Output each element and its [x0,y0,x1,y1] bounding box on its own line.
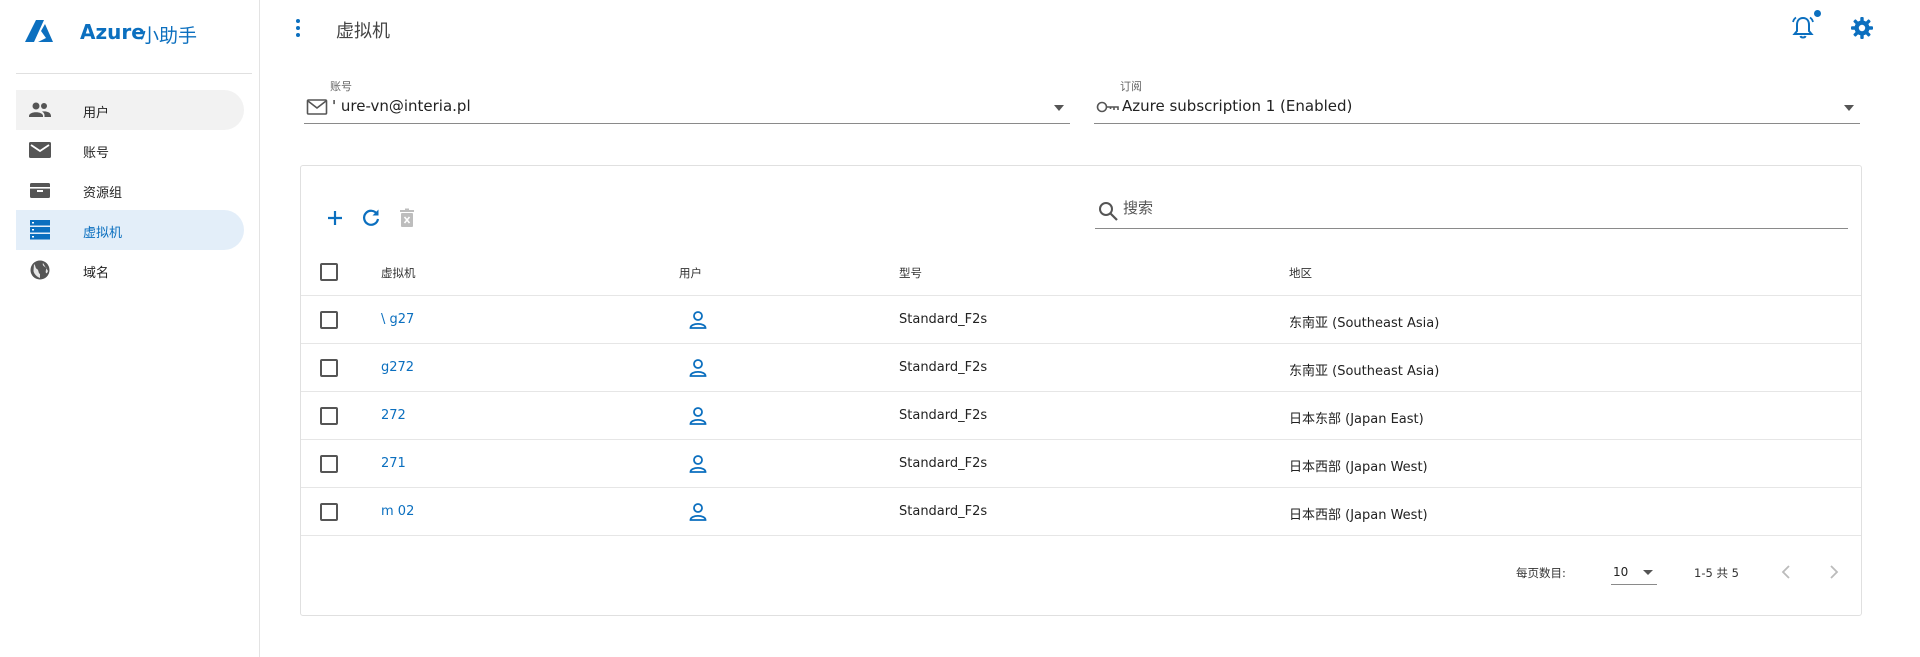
person-icon[interactable] [687,501,709,523]
chevron-down-icon [1054,105,1064,111]
sidebar-item-vms[interactable]: 虚拟机 [16,210,244,250]
mail-outline-icon [306,98,328,116]
person-icon[interactable] [687,405,709,427]
globe-icon [28,259,52,281]
subscription-select-value: Azure subscription 1 (Enabled) [1122,97,1353,115]
account-select-label: 账号 [330,80,352,93]
column-header-region[interactable]: 地区 [1289,265,1312,281]
person-icon[interactable] [687,453,709,475]
chevron-down-icon [1643,570,1653,575]
sidebar-item-users[interactable]: 用户 [16,90,244,130]
subscription-select[interactable]: 订阅 Azure subscription 1 (Enabled) [1094,76,1860,124]
refresh-icon[interactable] [359,206,383,230]
vm-size: Standard_F2s [899,312,988,327]
row-checkbox[interactable] [320,503,338,521]
brand-name-cn: 小助手 [140,25,198,47]
vm-region: 东南亚 (Southeast Asia) [1289,364,1440,379]
vm-region: 日本西部 (Japan West) [1289,460,1428,475]
sidebar-item-domains[interactable]: 域名 [16,250,244,290]
row-checkbox[interactable] [320,407,338,425]
divider [16,73,252,74]
subscription-select-label: 订阅 [1120,80,1142,93]
sidebar-item-label: 用户 [83,106,110,121]
row-checkbox[interactable] [320,311,338,329]
vm-name-link[interactable]: 272 [381,408,406,423]
sidebar-item-resource-groups[interactable]: 资源组 [16,170,244,210]
select-all-checkbox[interactable] [320,263,338,281]
vm-size: Standard_F2s [899,408,988,423]
sidebar-item-label: 域名 [83,266,110,281]
rows-per-page-label: 每页数目: [1516,566,1566,580]
vm-name-link[interactable]: \ g27 [381,312,414,327]
rows-per-page-select[interactable]: 10 [1611,559,1657,585]
table-header: 虚拟机 用户 型号 地区 [301,248,1861,296]
person-icon[interactable] [687,357,709,379]
sidebar: Azure 小助手 用户 账号 资源组 虚拟机 域名 [0,0,260,657]
server-icon [28,219,52,241]
column-header-size[interactable]: 型号 [899,265,922,281]
mail-icon [28,139,52,161]
table-row: 272 Standard_F2s 日本东部 (Japan East) [301,392,1861,440]
page-range: 1-5 共 5 [1694,566,1739,580]
vm-size: Standard_F2s [899,504,988,519]
table-row: m 02 Standard_F2s 日本西部 (Japan West) [301,488,1861,536]
next-page-icon[interactable] [1823,561,1845,583]
table-row: g272 Standard_F2s 东南亚 (Southeast Asia) [301,344,1861,392]
table-row: 271 Standard_F2s 日本西部 (Japan West) [301,440,1861,488]
rows-per-page-value: 10 [1613,565,1629,579]
table-row: \ g27 Standard_F2s 东南亚 (Southeast Asia) [301,296,1861,344]
search-input[interactable] [1123,199,1823,217]
gear-icon[interactable] [1850,16,1874,40]
delete-icon[interactable] [395,206,419,230]
vm-region: 日本东部 (Japan East) [1289,412,1424,427]
bell-icon[interactable] [1790,15,1816,41]
page-title: 虚拟机 [336,21,390,42]
vm-table-card: 虚拟机 用户 型号 地区 \ g27 Standard_F2s 东南亚 (Sou… [300,165,1862,616]
prev-page-icon[interactable] [1775,561,1797,583]
sidebar-item-label: 虚拟机 [83,226,123,241]
brand-name-latin: Azure [80,20,145,44]
key-icon [1096,98,1119,116]
azure-logo-icon [24,18,54,46]
chevron-down-icon [1844,105,1854,111]
search-icon [1097,200,1119,222]
row-checkbox[interactable] [320,359,338,377]
top-bar: 虚拟机 [261,0,1920,56]
notification-badge [1814,10,1821,17]
app-root: Azure 小助手 用户 账号 资源组 虚拟机 域名 虚拟机 账号 ' ure-… [0,0,1920,657]
people-icon [28,99,52,121]
archive-icon [28,179,52,201]
brand[interactable]: Azure 小助手 [0,0,259,72]
vm-region: 日本西部 (Japan West) [1289,508,1428,523]
vm-name-link[interactable]: 271 [381,456,406,471]
vm-size: Standard_F2s [899,456,988,471]
column-header-user[interactable]: 用户 [679,265,702,281]
add-icon[interactable] [323,206,347,230]
sidebar-item-label: 资源组 [83,186,123,201]
pagination: 每页数目: 10 1-5 共 5 [301,549,1861,599]
account-select-value: ' ure-vn@interia.pl [332,97,471,115]
vm-size: Standard_F2s [899,360,988,375]
more-vert-icon[interactable] [294,18,302,38]
sidebar-item-label: 账号 [83,146,110,161]
search-box [1095,191,1848,229]
vm-name-link[interactable]: g272 [381,360,414,375]
row-checkbox[interactable] [320,455,338,473]
vm-region: 东南亚 (Southeast Asia) [1289,316,1440,331]
column-header-vm[interactable]: 虚拟机 [381,265,416,281]
sidebar-item-accounts[interactable]: 账号 [16,130,244,170]
account-select[interactable]: 账号 ' ure-vn@interia.pl [304,76,1070,124]
vm-name-link[interactable]: m 02 [381,504,414,519]
person-icon[interactable] [687,309,709,331]
